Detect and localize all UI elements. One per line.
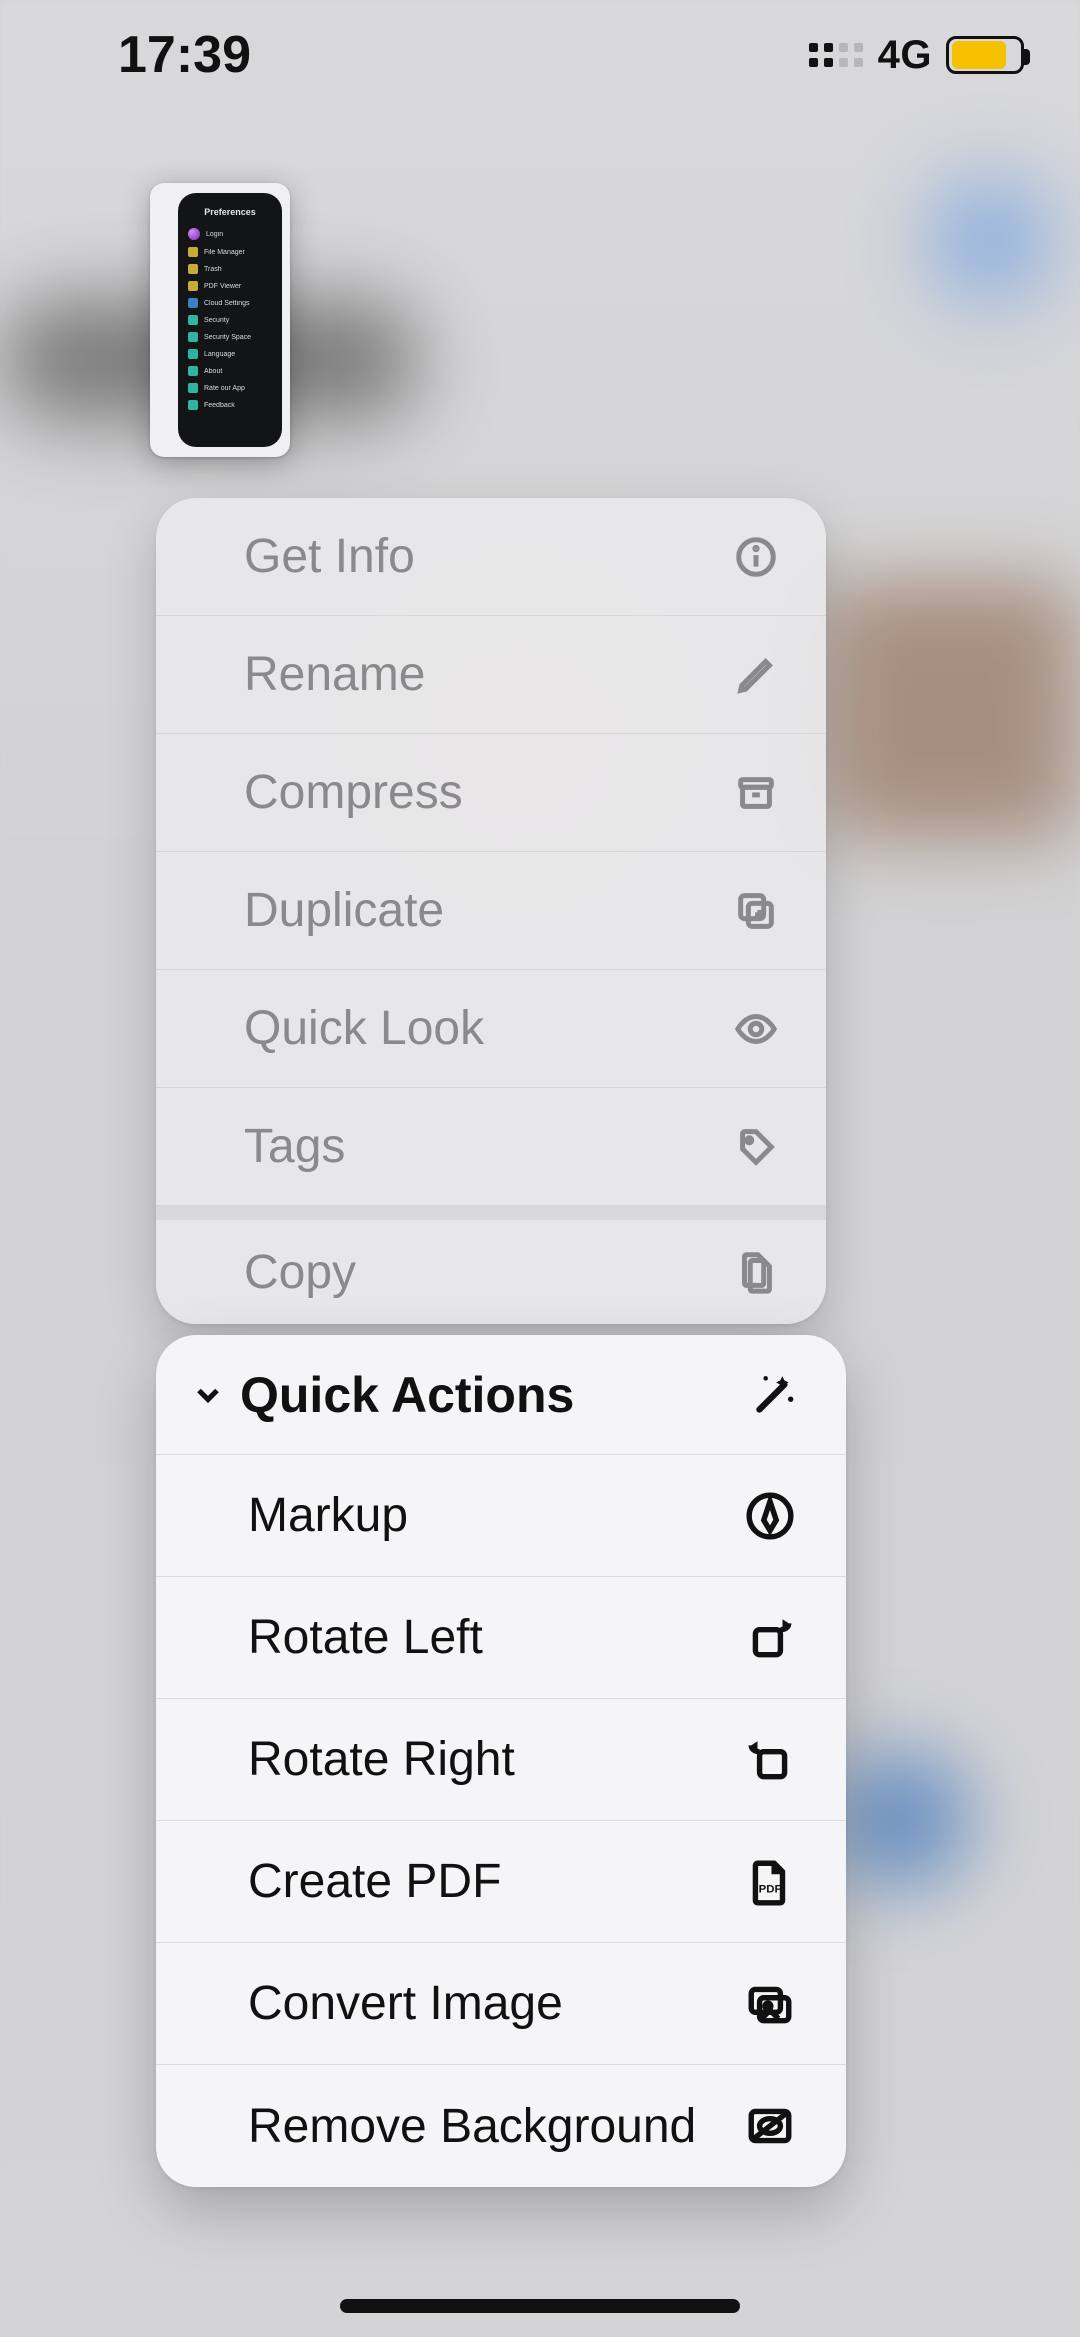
- menu-item-get-info[interactable]: Get Info: [156, 498, 826, 616]
- quick-action-remove-background[interactable]: Remove Background: [156, 2065, 846, 2187]
- menu-item-label: Markup: [248, 1488, 408, 1543]
- menu-item-label: Create PDF: [248, 1854, 501, 1909]
- menu-item-label: Get Info: [244, 529, 415, 584]
- menu-item-duplicate[interactable]: Duplicate: [156, 852, 826, 970]
- rotate-left-icon: [742, 1610, 798, 1666]
- menu-item-label: Rotate Left: [248, 1610, 483, 1665]
- info-icon: [730, 531, 782, 583]
- documents-icon: [730, 1246, 782, 1298]
- menu-item-tags[interactable]: Tags: [156, 1088, 826, 1206]
- quick-actions-title: Quick Actions: [240, 1366, 574, 1424]
- quick-action-markup[interactable]: Markup: [156, 1455, 846, 1577]
- menu-item-label: Remove Background: [248, 2099, 696, 2154]
- images-stack-icon: [742, 1976, 798, 2032]
- context-menu: Get Info Rename Compress Duplicate Quick…: [156, 498, 826, 1324]
- thumbnail-device-preview: Preferences Login File Manager Trash PDF…: [178, 193, 282, 447]
- quick-action-create-pdf[interactable]: Create PDF PDF: [156, 1821, 846, 1943]
- menu-item-label: Rotate Right: [248, 1732, 515, 1787]
- file-thumbnail[interactable]: Preferences Login File Manager Trash PDF…: [150, 183, 290, 457]
- menu-item-label: Rename: [244, 647, 425, 702]
- magic-wand-icon: [746, 1367, 802, 1423]
- quick-action-rotate-left[interactable]: Rotate Left: [156, 1577, 846, 1699]
- thumbnail-title: Preferences: [188, 207, 272, 217]
- tag-icon: [730, 1121, 782, 1173]
- chevron-down-icon: [186, 1373, 230, 1417]
- menu-item-rename[interactable]: Rename: [156, 616, 826, 734]
- menu-item-quick-look[interactable]: Quick Look: [156, 970, 826, 1088]
- menu-item-label: Convert Image: [248, 1976, 563, 2031]
- markup-pen-icon: [742, 1488, 798, 1544]
- network-type: 4G: [878, 33, 932, 78]
- home-indicator[interactable]: [340, 2299, 740, 2313]
- quick-actions-menu: Quick Actions Markup Rotate Left Rotate …: [156, 1335, 846, 2187]
- cellular-signal-icon: [809, 43, 864, 68]
- menu-item-copy[interactable]: Copy: [156, 1206, 826, 1324]
- menu-item-label: Tags: [244, 1119, 345, 1174]
- battery-icon: [946, 36, 1024, 74]
- duplicate-plus-icon: [730, 885, 782, 937]
- quick-action-convert-image[interactable]: Convert Image: [156, 1943, 846, 2065]
- document-pdf-icon: PDF: [742, 1854, 798, 1910]
- menu-item-label: Duplicate: [244, 883, 444, 938]
- menu-item-label: Compress: [244, 765, 463, 820]
- quick-actions-header[interactable]: Quick Actions: [156, 1335, 846, 1455]
- archive-box-icon: [730, 767, 782, 819]
- pencil-icon: [730, 649, 782, 701]
- eye-icon: [730, 1003, 782, 1055]
- menu-item-label: Quick Look: [244, 1001, 484, 1056]
- quick-action-rotate-right[interactable]: Rotate Right: [156, 1699, 846, 1821]
- status-bar: 17:39 4G: [0, 0, 1080, 110]
- menu-item-compress[interactable]: Compress: [156, 734, 826, 852]
- svg-text:PDF: PDF: [759, 1883, 782, 1895]
- remove-background-icon: [742, 2098, 798, 2154]
- menu-item-label: Copy: [244, 1245, 356, 1300]
- status-time: 17:39: [118, 25, 251, 85]
- rotate-right-icon: [742, 1732, 798, 1788]
